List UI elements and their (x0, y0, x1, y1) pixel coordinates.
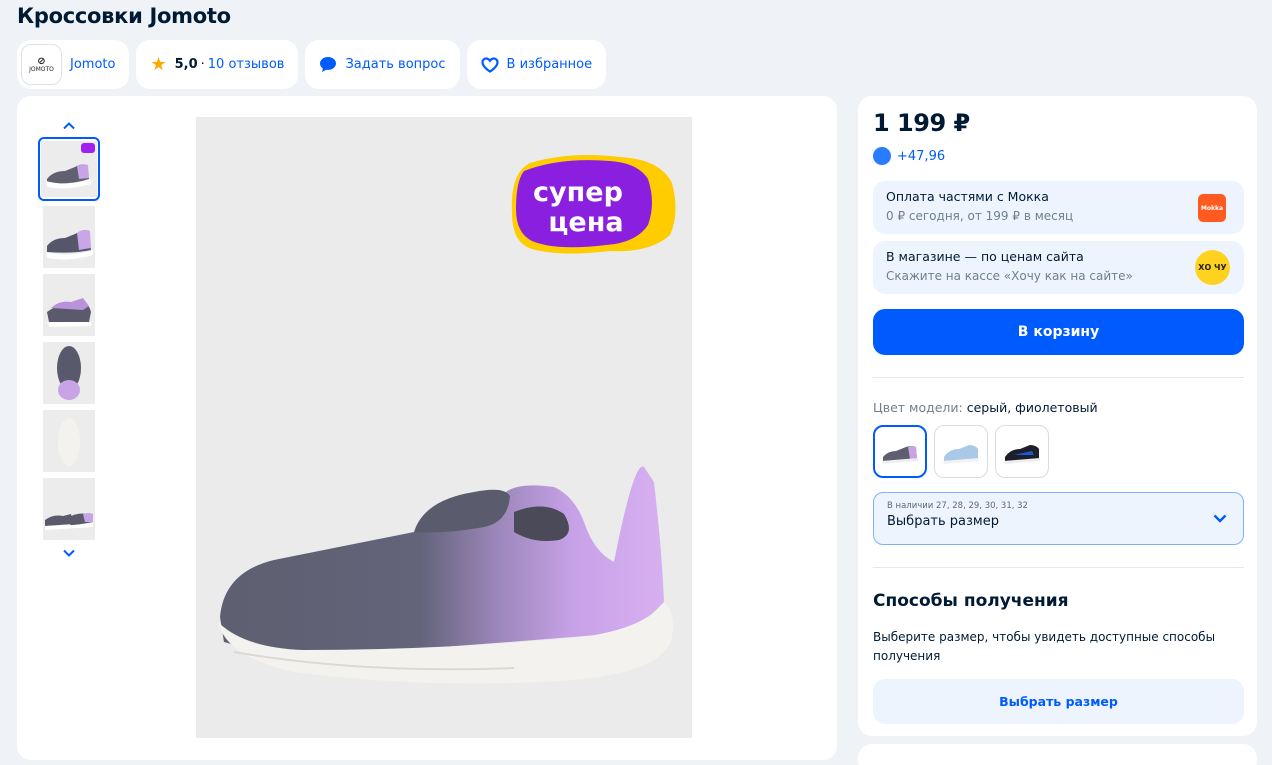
color-swatch-gray-purple[interactable] (873, 425, 927, 478)
mokka-logo: Mokka (1198, 194, 1226, 222)
size-availability: В наличии 27, 28, 29, 30, 31, 32 (887, 501, 1028, 511)
thumbnail-5[interactable] (38, 409, 100, 473)
hochu-logo: ХО ЧУ (1195, 250, 1230, 285)
delivery-title: Способы получения (873, 591, 1069, 611)
thumbnail-image (43, 410, 95, 472)
heart-icon (480, 56, 499, 73)
color-label: Цвет модели: серый, фиолетовый (873, 400, 1098, 415)
favorite-chip[interactable]: В избранное (466, 40, 607, 89)
pick-size-button[interactable]: Выбрать размер (873, 679, 1244, 724)
svg-text:супер: супер (533, 177, 623, 208)
color-swatches (873, 425, 1049, 478)
chat-bubble-icon (319, 56, 337, 73)
divider (873, 567, 1244, 568)
store-price-banner[interactable]: В магазине — по ценам сайта Скажите на к… (873, 241, 1244, 294)
product-chips: ⊘ JOMOTO Jomoto ★ 5,0 · 10 отзывов Задать… (17, 40, 607, 89)
bonus-icon (873, 147, 891, 165)
installment-title: Оплата частями с Мокка (886, 189, 1049, 204)
installment-banner[interactable]: Оплата частями с Мокка 0 ₽ сегодня, от 1… (873, 181, 1244, 234)
next-panel (858, 744, 1257, 765)
svg-text:цена: цена (548, 207, 623, 238)
bonus-value: +47,96 (897, 148, 946, 164)
thumbnail-image (43, 274, 95, 336)
reviews-link[interactable]: 10 отзывов (208, 57, 285, 72)
store-subtitle: Скажите на кассе «Хочу как на сайте» (886, 269, 1133, 283)
chevron-down-icon (1213, 511, 1227, 527)
brand-name: Jomoto (70, 57, 116, 72)
bonus-points[interactable]: +47,96 (873, 147, 945, 165)
thumbnail-2[interactable] (38, 205, 100, 269)
installment-subtitle: 0 ₽ сегодня, от 199 ₽ в месяц (886, 209, 1074, 223)
thumbnail-image (43, 206, 95, 268)
color-swatch-black-blue[interactable] (995, 425, 1049, 478)
color-swatch-light-blue[interactable] (934, 425, 988, 478)
sneaker-illustration (218, 466, 673, 684)
thumbnail-3[interactable] (38, 273, 100, 337)
thumbnail-1[interactable] (38, 137, 100, 201)
add-to-cart-button[interactable]: В корзину (873, 309, 1244, 355)
ask-question-chip[interactable]: Задать вопрос (305, 40, 460, 89)
chevron-down-icon[interactable] (38, 545, 100, 561)
star-icon: ★ (150, 54, 167, 75)
divider (873, 377, 1244, 378)
thumbnail-image (43, 342, 95, 404)
favorite-label: В избранное (506, 57, 593, 72)
thumbnail-image (43, 478, 95, 540)
thumbnail-strip (38, 118, 104, 561)
price: 1 199 ₽ (873, 109, 970, 137)
store-title: В магазине — по ценам сайта (886, 249, 1084, 264)
chevron-up-icon[interactable] (38, 118, 100, 134)
size-select-label: Выбрать размер (887, 514, 999, 529)
thumbnail-6[interactable] (38, 477, 100, 541)
main-product-image[interactable]: супер цена (196, 117, 692, 738)
thumbnail-4[interactable] (38, 341, 100, 405)
delivery-text: Выберите размер, чтобы увидеть доступные… (873, 630, 1216, 663)
page-title: Кроссовки Jomoto (17, 4, 231, 28)
size-selector[interactable]: В наличии 27, 28, 29, 30, 31, 32 Выбрать… (873, 492, 1244, 545)
rating-value: 5,0 (174, 57, 198, 72)
color-value: серый, фиолетовый (966, 400, 1098, 415)
rating-chip[interactable]: ★ 5,0 · 10 отзывов (136, 40, 299, 89)
thumbnail-image (41, 141, 97, 197)
ask-question-label: Задать вопрос (345, 57, 446, 72)
brand-logo: ⊘ JOMOTO (21, 44, 62, 85)
product-gallery: супер цена (17, 96, 837, 760)
buy-panel: 1 199 ₽ +47,96 Оплата частями с Мокка 0 … (858, 96, 1257, 736)
super-price-badge: супер цена (510, 153, 677, 255)
brand-chip[interactable]: ⊘ JOMOTO Jomoto (17, 40, 130, 89)
